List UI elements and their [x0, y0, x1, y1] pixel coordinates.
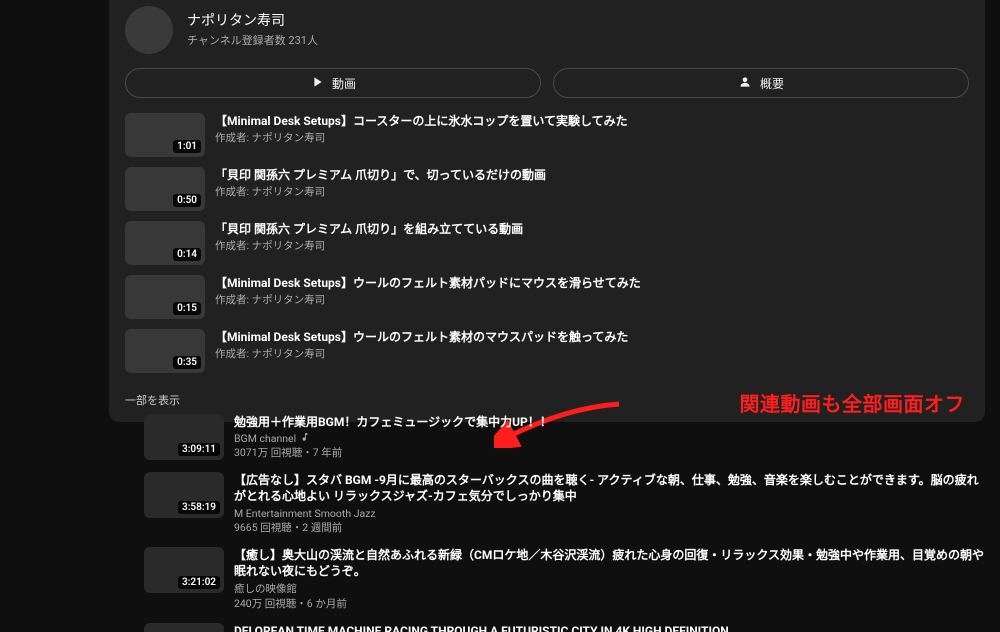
video-meta: DELOREAN TIME MACHINE RACING THROUGH A F… [234, 623, 985, 632]
video-meta: 【Minimal Desk Setups】ウールのフェルト素材のマウスパッドを触… [215, 329, 969, 373]
video-author: 作成者: ナポリタン寿司 [215, 131, 969, 145]
video-thumbnail[interactable]: 3:09:11 [144, 414, 224, 460]
video-channel[interactable]: M Entertainment Smooth Jazz [234, 507, 985, 520]
music-note-icon [296, 432, 310, 442]
video-duration: 0:35 [173, 356, 201, 369]
related-video-list: 3:09:11 勉強用＋作業用BGM！カフェミュージックで集中力UP！！ BGM c… [144, 408, 985, 632]
channel-text: ナポリタン寿司 チャンネル登録者数 231人 [187, 12, 318, 48]
video-meta: 【Minimal Desk Setups】コースターの上に氷水コップを置いて実験… [215, 113, 969, 157]
video-title[interactable]: 「貝印 関孫六 プレミアム 爪切り」で、切っているだけの動画 [215, 167, 969, 183]
video-row[interactable]: 0:14 「貝印 関孫六 プレミアム 爪切り」を組み立てている動画作成者: ナポリ… [125, 216, 969, 270]
video-thumbnail[interactable]: 0:14 [125, 221, 205, 265]
video-title[interactable]: 【Minimal Desk Setups】ウールのフェルト素材パッドにマウスを滑… [215, 275, 969, 291]
video-thumbnail[interactable]: 3:58:19 [144, 472, 224, 518]
video-meta: 勉強用＋作業用BGM！カフェミュージックで集中力UP！！ BGM channel3… [234, 414, 985, 460]
video-stats: 3071万 回視聴・7 年前 [234, 445, 985, 460]
video-duration: 3:58:19 [178, 501, 220, 514]
video-title[interactable]: 【Minimal Desk Setups】コースターの上に氷水コップを置いて実験… [215, 113, 969, 129]
video-title[interactable]: 勉強用＋作業用BGM！カフェミュージックで集中力UP！！ [234, 414, 985, 430]
channel-header: ナポリタン寿司 チャンネル登録者数 231人 [125, 0, 969, 64]
video-thumbnail[interactable]: 0:15 [125, 275, 205, 319]
tab-about-label: 概要 [760, 75, 784, 92]
video-author: 作成者: ナポリタン寿司 [215, 239, 969, 253]
video-row[interactable]: 3:21:02 【癒し】奥大山の渓流と自然あふれる新緑（CMロケ地／木谷沢渓流）疲… [144, 541, 985, 617]
video-thumbnail[interactable]: 1:01 [125, 113, 205, 157]
tab-about[interactable]: 概要 [553, 68, 969, 98]
tabs: 動画 概要 [125, 68, 969, 98]
video-title[interactable]: 【癒し】奥大山の渓流と自然あふれる新緑（CMロケ地／木谷沢渓流）疲れた心身の回復… [234, 547, 985, 579]
video-author: 作成者: ナポリタン寿司 [215, 185, 969, 199]
video-channel[interactable]: 癒しの映像館 [234, 581, 985, 596]
video-duration: 3:09:11 [178, 443, 220, 456]
play-icon [310, 75, 324, 92]
app-root: ナポリタン寿司 チャンネル登録者数 231人 動画 概要 1:01 【Minima… [0, 0, 1000, 632]
video-stats: 9665 回視聴・2 週間前 [234, 520, 985, 535]
channel-name[interactable]: ナポリタン寿司 [187, 12, 318, 30]
video-duration: 0:50 [173, 194, 201, 207]
tab-videos-label: 動画 [332, 75, 356, 92]
channel-subscribers: チャンネル登録者数 231人 [187, 32, 318, 48]
video-meta: 【広告なし】スタバ BGM -9月に最高のスターバックスの曲を聴く- アクティブ… [234, 472, 985, 534]
channel-card: ナポリタン寿司 チャンネル登録者数 231人 動画 概要 1:01 【Minima… [109, 0, 985, 422]
video-thumbnail[interactable]: 3:21:02 [144, 547, 224, 593]
video-author: 作成者: ナポリタン寿司 [215, 347, 969, 361]
video-meta: 【癒し】奥大山の渓流と自然あふれる新緑（CMロケ地／木谷沢渓流）疲れた心身の回復… [234, 547, 985, 611]
video-stats: 240万 回視聴・6 か月前 [234, 596, 985, 611]
video-thumbnail[interactable]: 0:50 [125, 167, 205, 211]
video-thumbnail[interactable]: 0:35 [125, 329, 205, 373]
video-row[interactable]: 3:00:00 DELOREAN TIME MACHINE RACING THRO… [144, 617, 985, 632]
video-row[interactable]: 0:50 「貝印 関孫六 プレミアム 爪切り」で、切っているだけの動画作成者: ナ… [125, 162, 969, 216]
video-title[interactable]: 【広告なし】スタバ BGM -9月に最高のスターバックスの曲を聴く- アクティブ… [234, 472, 985, 504]
video-meta: 「貝印 関孫六 プレミアム 爪切り」を組み立てている動画作成者: ナポリタン寿司 [215, 221, 969, 265]
video-row[interactable]: 0:35 【Minimal Desk Setups】ウールのフェルト素材のマウスパ… [125, 324, 969, 378]
video-duration: 0:15 [173, 302, 201, 315]
tab-videos[interactable]: 動画 [125, 68, 541, 98]
person-icon [738, 75, 752, 92]
video-row[interactable]: 3:09:11 勉強用＋作業用BGM！カフェミュージックで集中力UP！！ BGM c… [144, 408, 985, 466]
avatar[interactable] [125, 6, 173, 54]
video-duration: 0:14 [173, 248, 201, 261]
video-duration: 1:01 [173, 140, 201, 153]
video-title[interactable]: 【Minimal Desk Setups】ウールのフェルト素材のマウスパッドを触… [215, 329, 969, 345]
video-title[interactable]: 「貝印 関孫六 プレミアム 爪切り」を組み立てている動画 [215, 221, 969, 237]
video-duration: 3:21:02 [178, 576, 220, 589]
video-meta: 【Minimal Desk Setups】ウールのフェルト素材パッドにマウスを滑… [215, 275, 969, 319]
channel-video-list: 1:01 【Minimal Desk Setups】コースターの上に氷水コップを置… [125, 108, 969, 378]
video-thumbnail[interactable]: 3:00:00 [144, 623, 224, 632]
video-row[interactable]: 1:01 【Minimal Desk Setups】コースターの上に氷水コップを置… [125, 108, 969, 162]
video-row[interactable]: 3:58:19 【広告なし】スタバ BGM -9月に最高のスターバックスの曲を聴く… [144, 466, 985, 540]
video-row[interactable]: 0:15 【Minimal Desk Setups】ウールのフェルト素材パッドにマ… [125, 270, 969, 324]
video-author: 作成者: ナポリタン寿司 [215, 293, 969, 307]
video-channel[interactable]: BGM channel [234, 432, 985, 445]
video-title[interactable]: DELOREAN TIME MACHINE RACING THROUGH A F… [234, 623, 985, 632]
video-meta: 「貝印 関孫六 プレミアム 爪切り」で、切っているだけの動画作成者: ナポリタン… [215, 167, 969, 211]
